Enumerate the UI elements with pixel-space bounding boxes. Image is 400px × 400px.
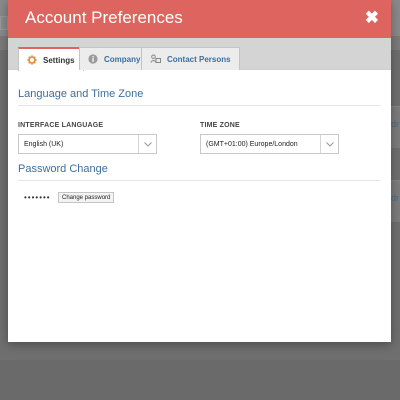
masked-password: •••••••: [24, 193, 51, 202]
interface-language-label: INTERFACE LANGUAGE: [18, 122, 104, 129]
tab-contact-persons[interactable]: Contact Persons: [141, 47, 240, 70]
background-fragment-text: dr: [391, 119, 400, 129]
info-icon: [88, 54, 98, 64]
tab-settings[interactable]: Settings: [18, 47, 84, 71]
chevron-down-icon: [320, 135, 338, 153]
section-divider: [18, 105, 381, 106]
background-footer: [0, 360, 400, 400]
background-panel-fragment: dr: [390, 180, 400, 222]
interface-language-value: English (UK): [24, 140, 64, 148]
time-zone-select[interactable]: (GMT+01:00) Europe/London: [200, 134, 339, 154]
tab-settings-label: Settings: [43, 55, 75, 65]
contact-persons-icon: [150, 54, 161, 64]
change-password-button[interactable]: Change password: [58, 192, 115, 203]
chevron-down-icon: [138, 135, 156, 153]
tab-company[interactable]: Company: [79, 47, 150, 70]
time-zone-value: (GMT+01:00) Europe/London: [206, 140, 298, 148]
background-panel-fragment: dr: [390, 106, 400, 148]
password-section-title: Password Change: [18, 163, 108, 175]
tab-bar: Settings Company Contact Persons: [8, 38, 391, 71]
tab-company-label: Company: [104, 54, 141, 64]
dialog-title: Account Preferences: [25, 8, 183, 27]
time-zone-label: TIME ZONE: [200, 122, 240, 129]
account-preferences-dialog: Account Preferences ✖ Settings Company C…: [8, 0, 391, 342]
tab-contact-persons-label: Contact Persons: [167, 54, 231, 64]
background-left-control: [0, 16, 8, 30]
close-button[interactable]: ✖: [365, 8, 379, 28]
section-divider: [18, 180, 381, 181]
gear-icon: [27, 55, 37, 65]
language-time-section-title: Language and Time Zone: [18, 88, 144, 100]
dialog-header: Account Preferences ✖: [8, 0, 391, 38]
interface-language-select[interactable]: English (UK): [18, 134, 157, 154]
background-fragment-text: dr: [391, 193, 400, 203]
